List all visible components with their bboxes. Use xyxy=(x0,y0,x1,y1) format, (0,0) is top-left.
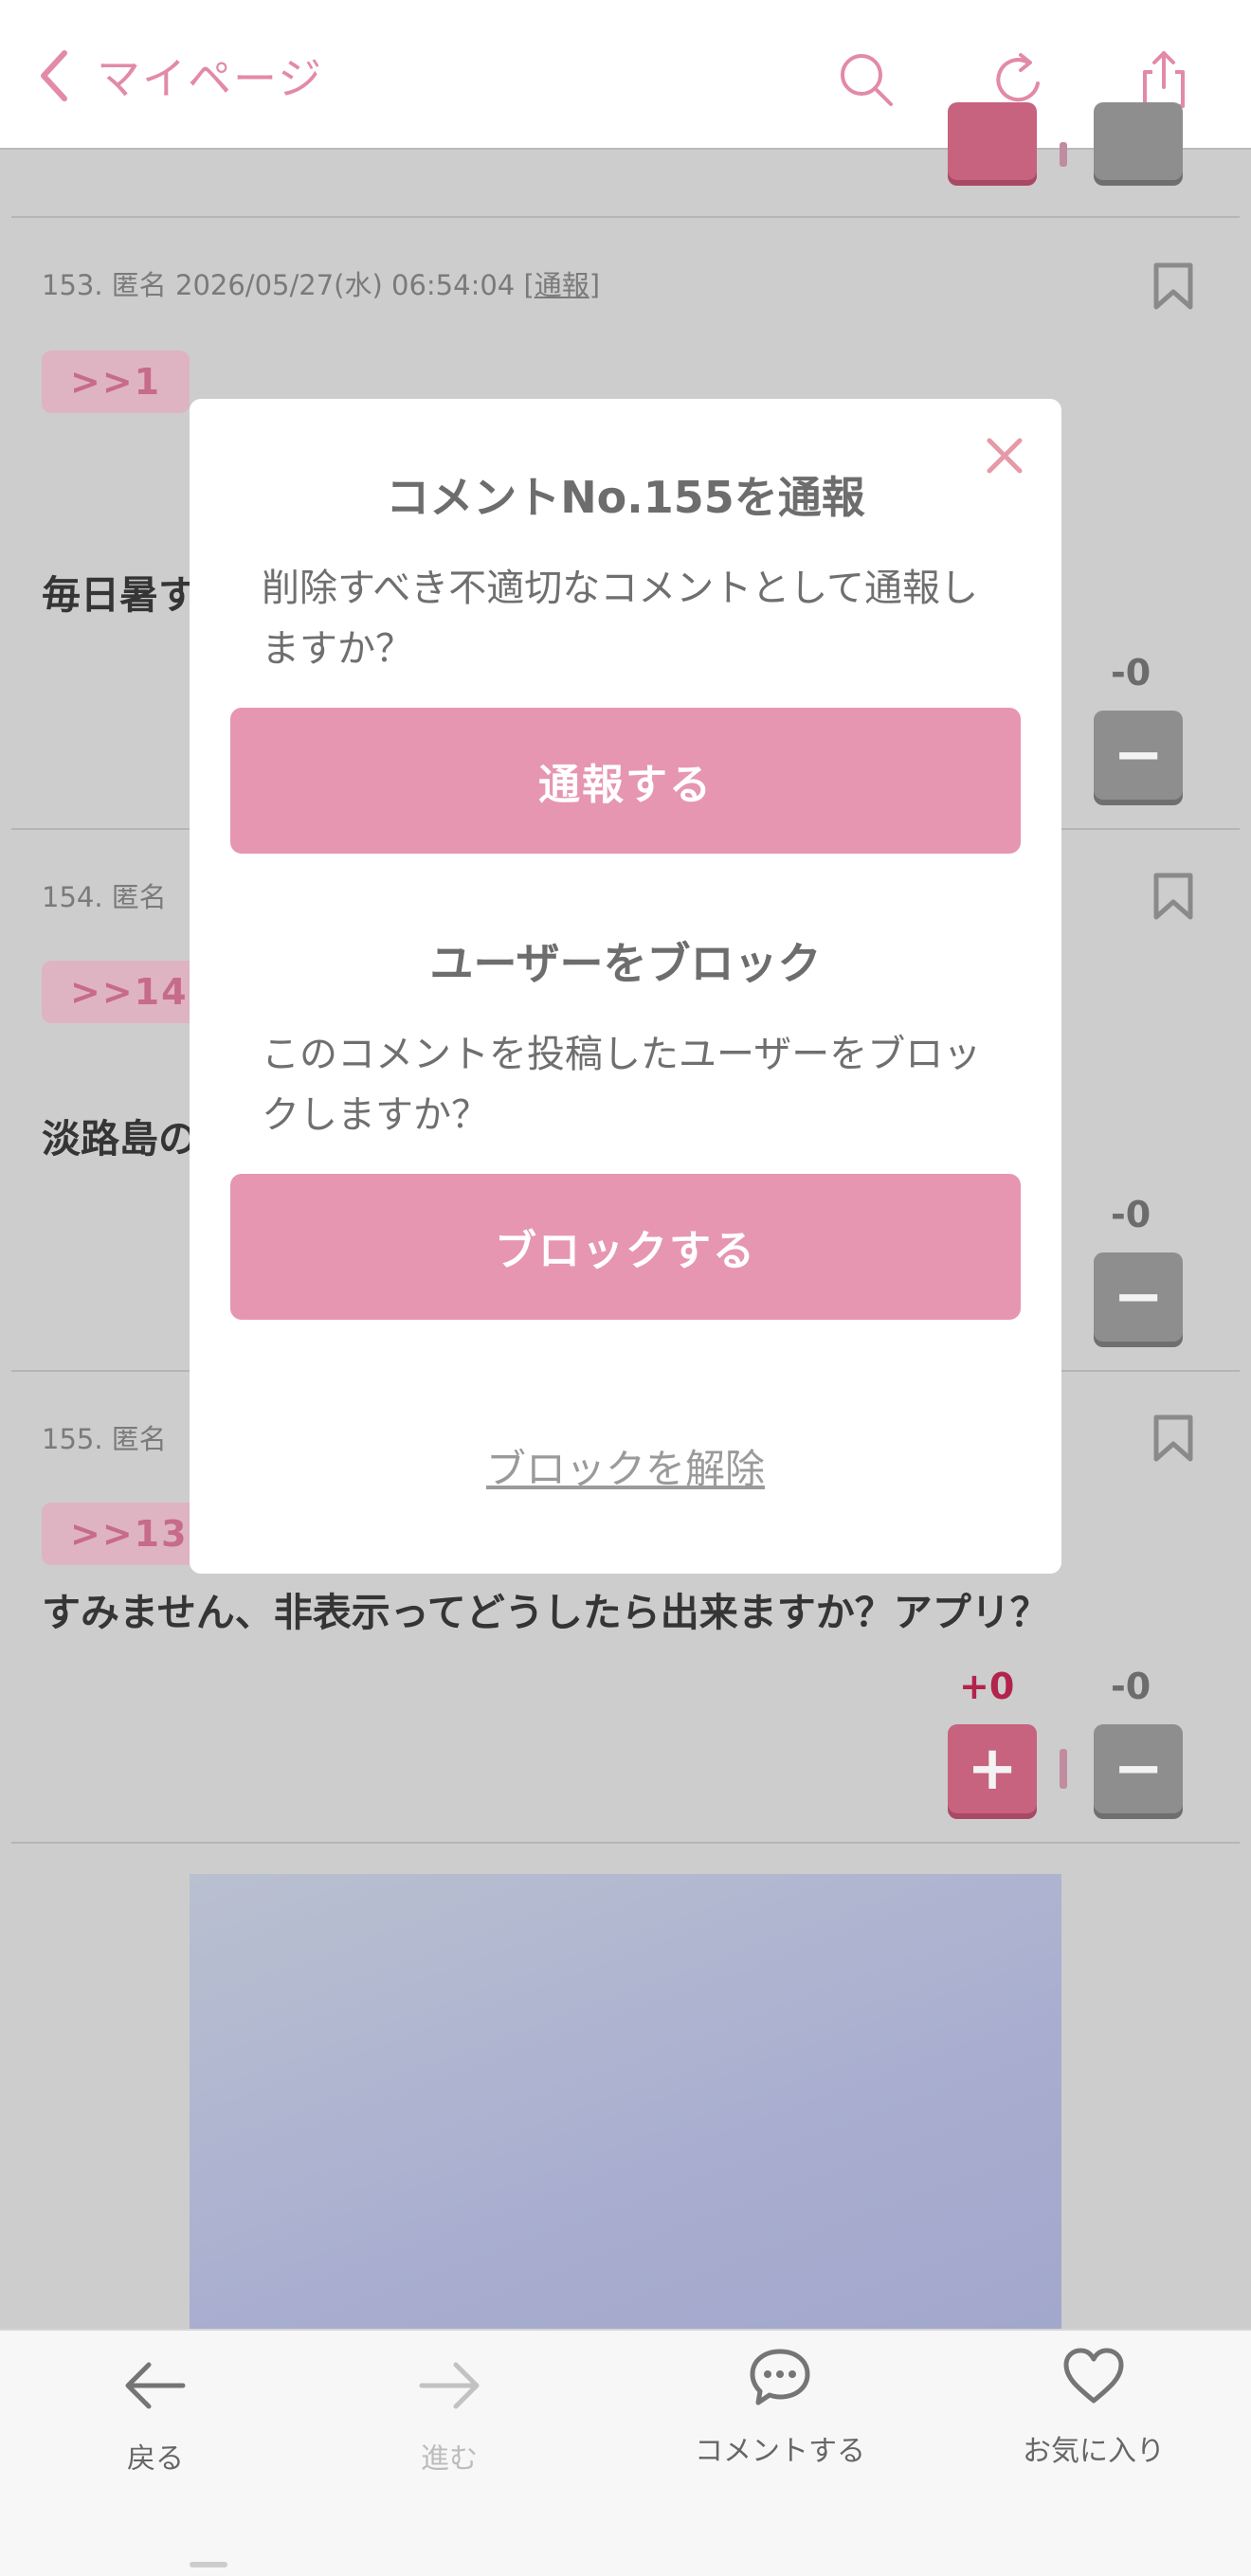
block-title: ユーザーをブロック xyxy=(429,938,822,989)
report-description: 削除すべき不適切なコメントとして通報しますか？ xyxy=(262,567,978,671)
nav-back-label: 戻る xyxy=(127,2442,184,2476)
report-button[interactable]: 通報する xyxy=(230,708,1021,854)
prev-plus-button[interactable] xyxy=(948,102,1037,180)
arrow-right-icon xyxy=(419,2362,480,2409)
chevron-left-icon xyxy=(41,50,67,101)
vote-separator xyxy=(1060,1749,1067,1789)
bookmark-icon[interactable] xyxy=(1152,872,1194,921)
plus-count: +0 xyxy=(959,1666,1015,1707)
share-icon[interactable] xyxy=(1133,49,1194,110)
ad-image[interactable] xyxy=(190,1874,1061,2329)
nav-comment-button[interactable]: コメントする xyxy=(666,2344,894,2469)
comment-text: 毎日暑す xyxy=(42,572,197,618)
home-indicator xyxy=(190,2562,227,2567)
search-icon[interactable] xyxy=(836,49,897,110)
plus-button[interactable]: + xyxy=(948,1724,1037,1813)
comment-text: 淡路島の xyxy=(42,1116,197,1162)
report-block-dialog: コメントNo.155を通報 削除すべき不適切なコメントとして通報しますか？ 通報… xyxy=(190,399,1061,1574)
minus-button[interactable]: − xyxy=(1094,1724,1183,1813)
divider xyxy=(11,1842,1240,1844)
comment-meta: 155. 匿名 xyxy=(42,1423,167,1455)
arrow-left-icon xyxy=(125,2362,186,2409)
minus-count: -0 xyxy=(1111,1194,1151,1235)
heart-icon xyxy=(1063,2348,1124,2404)
nav-favorite-label: お気に入り xyxy=(1023,2435,1165,2468)
block-button[interactable]: ブロックする xyxy=(230,1174,1021,1320)
top-bar: マイページ xyxy=(0,0,1251,150)
bottom-nav: 戻る 進む コメントする お気に入り xyxy=(0,2329,1251,2576)
minus-symbol: − xyxy=(1113,1734,1164,1804)
reload-icon[interactable] xyxy=(988,49,1049,110)
anchor-link[interactable]: >>1 xyxy=(42,351,190,413)
nav-favorite-button[interactable]: お気に入り xyxy=(980,2344,1207,2469)
nav-forward-button[interactable]: 進む xyxy=(335,2351,563,2477)
minus-button[interactable]: − xyxy=(1094,711,1183,800)
comment-meta-end: ] xyxy=(589,269,601,301)
minus-button[interactable]: − xyxy=(1094,1252,1183,1342)
prev-minus-button[interactable] xyxy=(1094,102,1183,180)
plus-symbol: + xyxy=(967,1734,1018,1804)
divider xyxy=(11,216,1240,218)
vote-separator xyxy=(1060,142,1067,167)
nav-forward-label: 進む xyxy=(421,2442,478,2476)
report-title: コメントNo.155を通報 xyxy=(386,472,865,523)
minus-count: -0 xyxy=(1111,652,1151,694)
back-to-mypage-button[interactable]: マイページ xyxy=(34,47,323,104)
comment-meta: 154. 匿名 xyxy=(42,881,167,913)
block-description: このコメントを投稿したユーザーをブロックしますか？ xyxy=(262,1033,982,1137)
bookmark-icon[interactable] xyxy=(1152,261,1194,311)
minus-symbol: − xyxy=(1113,720,1164,790)
comment-meta-text: 153. 匿名 2026/05/27(水) 06:54:04 [ xyxy=(42,269,535,301)
comment-meta: 153. 匿名 2026/05/27(水) 06:54:04 [通報] xyxy=(42,263,600,303)
speech-bubble-icon xyxy=(750,2349,810,2405)
nav-comment-label: コメントする xyxy=(695,2435,865,2468)
minus-count: -0 xyxy=(1111,1666,1151,1707)
report-link[interactable]: 通報 xyxy=(535,269,589,301)
bookmark-icon[interactable] xyxy=(1152,1414,1194,1463)
back-label: マイページ xyxy=(97,53,324,104)
nav-back-button[interactable]: 戻る xyxy=(42,2351,269,2477)
unblock-link[interactable]: ブロックを解除 xyxy=(190,1437,1061,1495)
minus-symbol: − xyxy=(1113,1262,1164,1332)
comment-text: すみません、非表示ってどうしたら出来ますか？アプリ？ xyxy=(42,1590,1049,1635)
